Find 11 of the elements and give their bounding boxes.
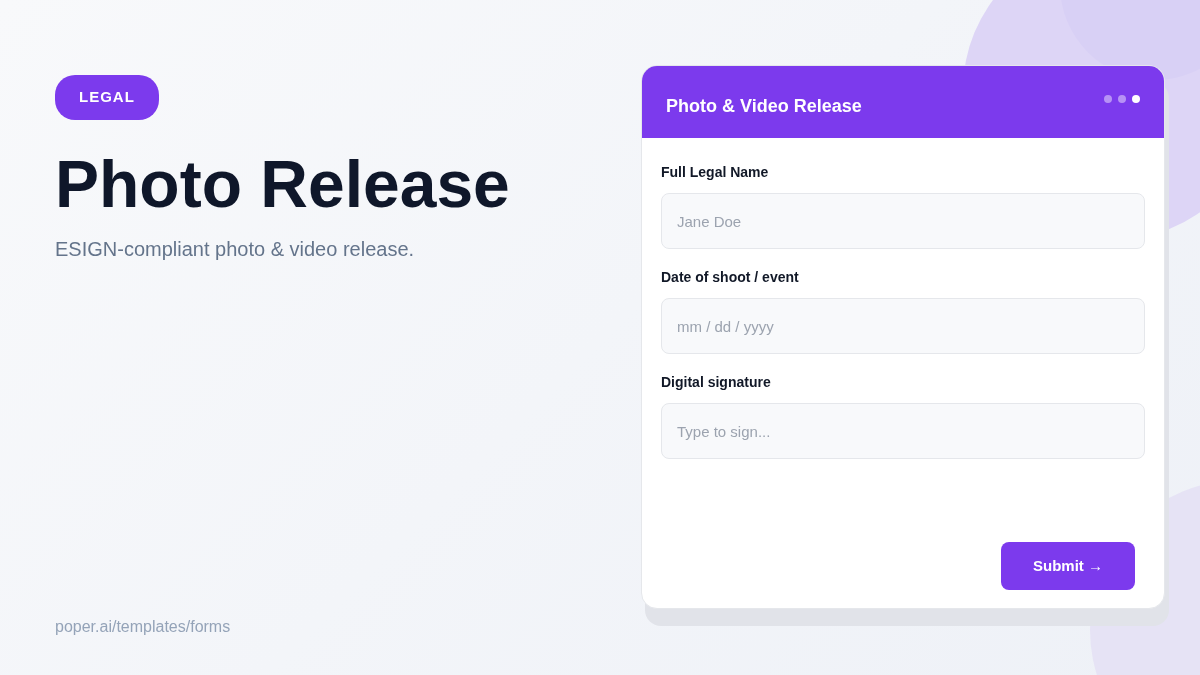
form-title: Photo & Video Release [666,94,862,118]
category-tag: LEGAL [55,75,159,120]
page-title: Photo Release [55,147,511,221]
field-label: Date of shoot / event [661,268,800,287]
input-field[interactable]: Type to sign... [661,403,1145,459]
subtitle: ESIGN-compliant photo & video release. [55,237,416,263]
field-label: Digital signature [661,373,772,392]
field-label: Full Legal Name [661,163,770,182]
input-field[interactable]: Jane Doe [661,193,1145,249]
submit-button[interactable]: Submit → [1001,541,1135,590]
input-field[interactable]: mm / dd / yyyy [661,298,1145,354]
